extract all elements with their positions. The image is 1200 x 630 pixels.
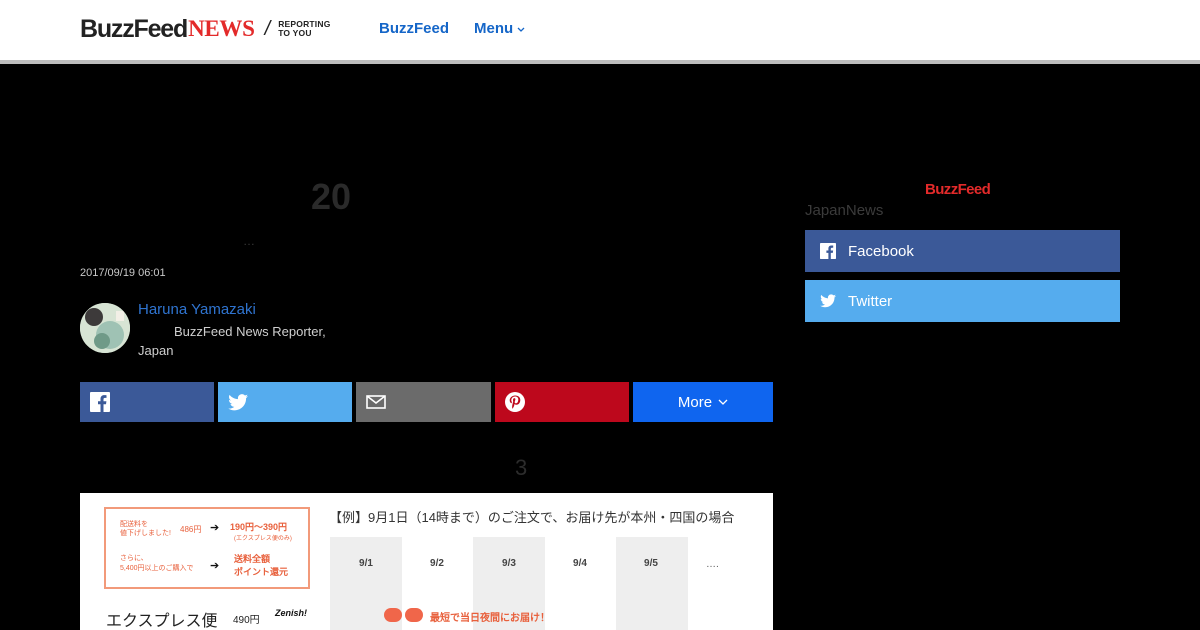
author-avatar[interactable]	[80, 303, 130, 353]
logo-tagline-line-2: TO YOU	[278, 28, 312, 38]
top-navigation-bar: BuzzFeed NEWS / REPORTING TO YOU BuzzFee…	[0, 0, 1200, 60]
arrow-right-icon: ➔	[210, 522, 220, 534]
twitter-icon	[228, 393, 248, 410]
author-name-link[interactable]: Haruna Yamazaki	[138, 301, 256, 318]
section-number: 3	[515, 455, 528, 480]
nav-menu-button[interactable]: Menu	[474, 20, 525, 37]
calendar-ellipsis: ….	[706, 559, 719, 570]
arrow-right-icon: ➔	[210, 560, 220, 572]
promo-old-price: 486円	[180, 525, 202, 534]
express-service-logo: Zenish!	[275, 608, 308, 618]
share-email-button[interactable]	[356, 382, 491, 422]
nav-buzzfeed-link[interactable]: BuzzFeed	[379, 20, 449, 37]
logo-tagline: REPORTING TO YOU	[278, 20, 330, 38]
promo-new-note: (エクスプレス便のみ)	[234, 536, 292, 542]
follow-facebook-button[interactable]: Facebook	[805, 230, 1120, 272]
logo-news-text: NEWS	[188, 16, 255, 41]
sidebar-buzzfeed-logo[interactable]: BuzzFeed	[925, 181, 991, 198]
subheadline-ellipsis: …	[243, 234, 255, 248]
express-price: 490円	[233, 615, 260, 626]
share-pinterest-button[interactable]	[495, 382, 629, 422]
follow-facebook-label: Facebook	[848, 242, 914, 260]
delivery-pill	[405, 608, 423, 622]
calendar-date: 9/2	[430, 558, 444, 569]
buzzfeed-news-logo[interactable]: BuzzFeed NEWS / REPORTING TO YOU	[80, 14, 331, 44]
headline-fragment: 20	[311, 176, 352, 217]
chevron-down-icon	[517, 27, 525, 32]
calendar-date: 9/1	[359, 558, 373, 569]
shipping-promo-box: 配送料を 値下げしました! 486円 ➔ 190円〜390円 (エクスプレス便の…	[104, 507, 310, 589]
delivery-pill	[384, 608, 402, 622]
facebook-icon	[820, 243, 836, 259]
calendar-date: 9/3	[502, 558, 516, 569]
calendar-date: 9/4	[573, 558, 587, 569]
sidebar-label: JapanNews	[805, 202, 884, 219]
facebook-icon	[90, 392, 110, 412]
calendar-column	[616, 537, 688, 630]
header-divider	[0, 60, 1200, 64]
logo-slash: /	[264, 17, 271, 40]
promo-line-2: 値下げしました!	[120, 530, 171, 537]
nav-menu-label: Menu	[474, 20, 514, 37]
publish-timestamp: 2017/09/19 06:01	[80, 267, 166, 279]
follow-twitter-button[interactable]: Twitter	[805, 280, 1120, 322]
share-facebook-button[interactable]	[80, 382, 214, 422]
article-image: 配送料を 値下げしました! 486円 ➔ 190円〜390円 (エクスプレス便の…	[80, 493, 773, 630]
mail-icon	[366, 395, 386, 409]
delivery-example-text: 【例】9月1日（14時まで）のご注文で、お届け先が本州・四国の場合	[329, 510, 735, 525]
share-more-button[interactable]: More	[633, 382, 773, 422]
pinterest-icon	[505, 392, 525, 412]
share-more-label: More	[677, 393, 713, 411]
express-delivery-label: エクスプレス便	[106, 613, 218, 630]
promo-line-3: さらに、	[120, 555, 148, 562]
promo-free-2: ポイント還元	[234, 567, 289, 577]
logo-buzzfeed-text: BuzzFeed	[80, 14, 188, 43]
fastest-delivery-text: 最短で当日夜間にお届け！	[430, 613, 550, 624]
promo-new-price: 190円〜390円	[230, 522, 288, 532]
promo-free-1: 送料全額	[234, 554, 271, 564]
promo-line-1: 配送料を	[120, 521, 148, 528]
twitter-icon	[820, 293, 836, 309]
share-bar: More	[80, 382, 773, 422]
calendar-date: 9/5	[644, 558, 658, 569]
chevron-down-icon	[718, 399, 728, 405]
follow-twitter-label: Twitter	[848, 292, 893, 310]
share-twitter-button[interactable]	[218, 382, 352, 422]
promo-line-4: 5,400円以上のご購入で	[120, 565, 194, 572]
author-role: BuzzFeed News Reporter, Japan	[138, 324, 326, 358]
